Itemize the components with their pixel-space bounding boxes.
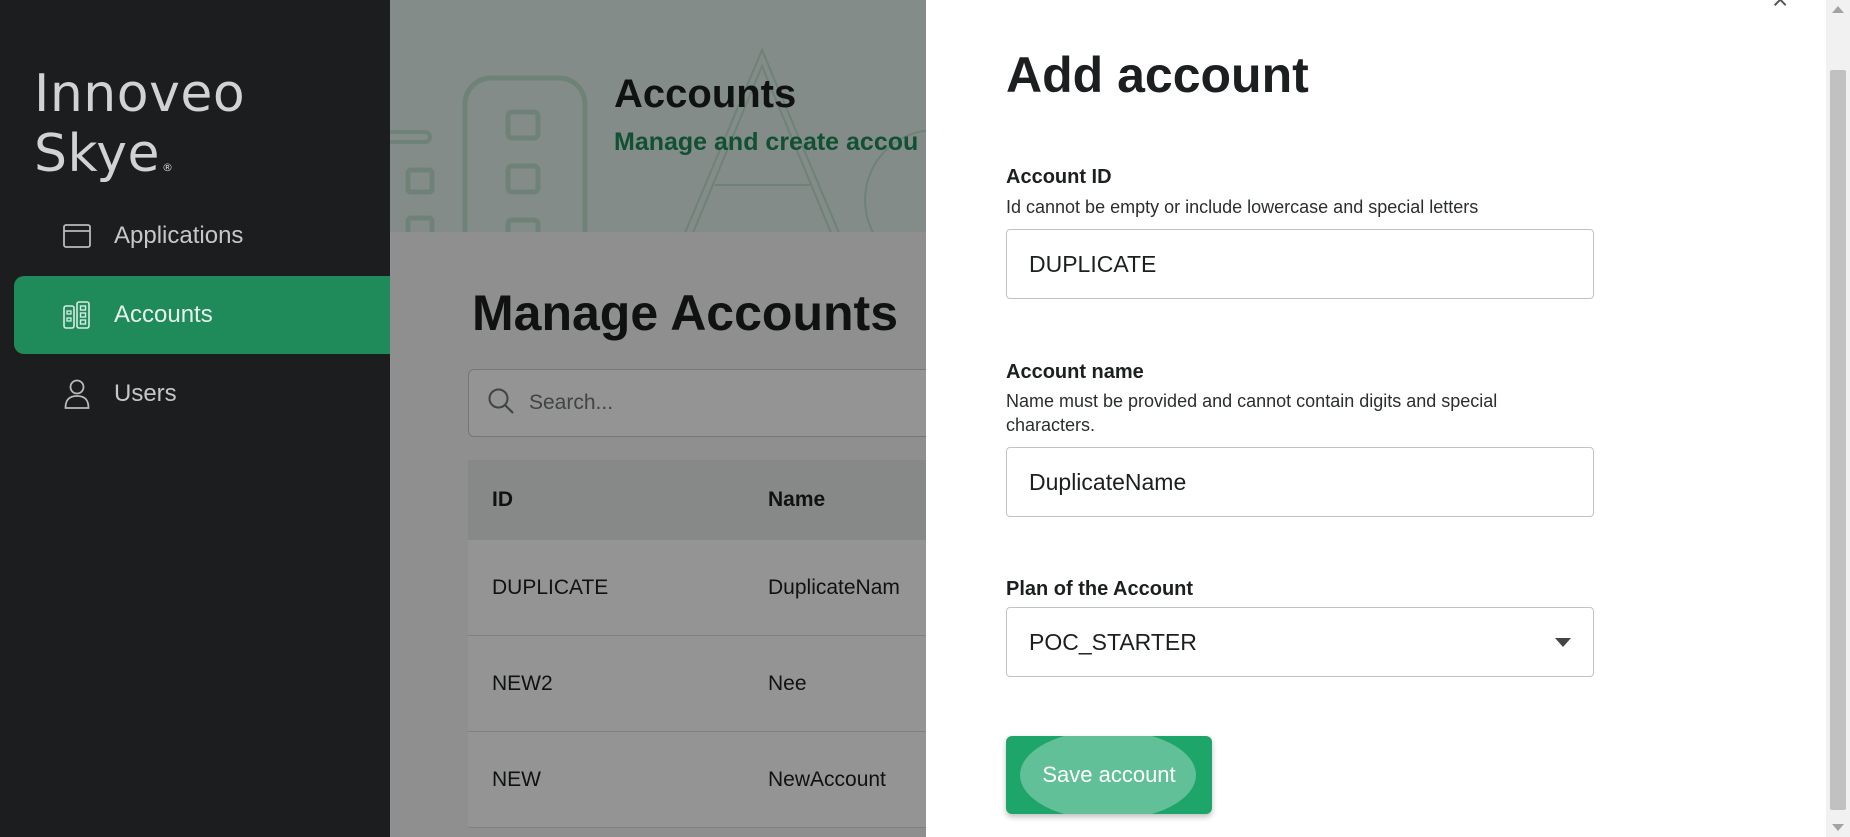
plan-select[interactable]: POC_STARTER	[1006, 607, 1594, 677]
account-id-input[interactable]: DUPLICATE	[1006, 229, 1594, 299]
account-name-label: Account name	[1006, 361, 1144, 383]
drawer-title: Add account	[1006, 47, 1309, 103]
registered-mark: ®	[162, 161, 174, 174]
sidebar-item-label: Applications	[114, 222, 244, 249]
brand-name: Innoveo Skye	[34, 64, 246, 184]
scrollbar-thumb[interactable]	[1830, 70, 1846, 810]
sidebar-item-users[interactable]: Users	[14, 355, 390, 433]
sidebar-item-label: Accounts	[114, 301, 213, 328]
account-name-input[interactable]: DuplicateName	[1006, 447, 1594, 517]
plan-label: Plan of the Account	[1006, 578, 1194, 600]
user-icon	[62, 379, 92, 409]
save-account-button[interactable]: Save account	[1006, 736, 1212, 814]
scroll-down-arrow-icon[interactable]	[1832, 824, 1844, 831]
sidebar: Innoveo Skye ® Applications Accounts User…	[0, 0, 390, 837]
account-name-help: Name must be provided and cannot contain…	[1006, 391, 1498, 435]
account-name-value: DuplicateName	[1029, 468, 1187, 495]
chevron-down-icon	[1555, 638, 1571, 647]
save-account-label: Save account	[1042, 762, 1176, 787]
add-account-drawer: × Add account Account ID Id cannot be em…	[926, 0, 1826, 837]
sidebar-item-label: Users	[114, 380, 177, 407]
account-id-label: Account ID	[1006, 166, 1112, 188]
sidebar-item-applications[interactable]: Applications	[14, 197, 390, 275]
brand-logo: Innoveo Skye ®	[34, 64, 390, 184]
account-id-value: DUPLICATE	[1029, 250, 1157, 277]
account-id-help: Id cannot be empty or include lowercase …	[1006, 197, 1479, 217]
scroll-up-arrow-icon[interactable]	[1832, 6, 1844, 13]
window-icon	[62, 221, 92, 251]
modal-backdrop[interactable]	[390, 0, 926, 837]
building-icon	[62, 300, 92, 330]
sidebar-item-accounts[interactable]: Accounts	[14, 276, 390, 354]
close-icon[interactable]: ×	[1772, 0, 1800, 14]
plan-value: POC_STARTER	[1029, 628, 1197, 655]
vertical-scrollbar[interactable]	[1826, 0, 1850, 837]
